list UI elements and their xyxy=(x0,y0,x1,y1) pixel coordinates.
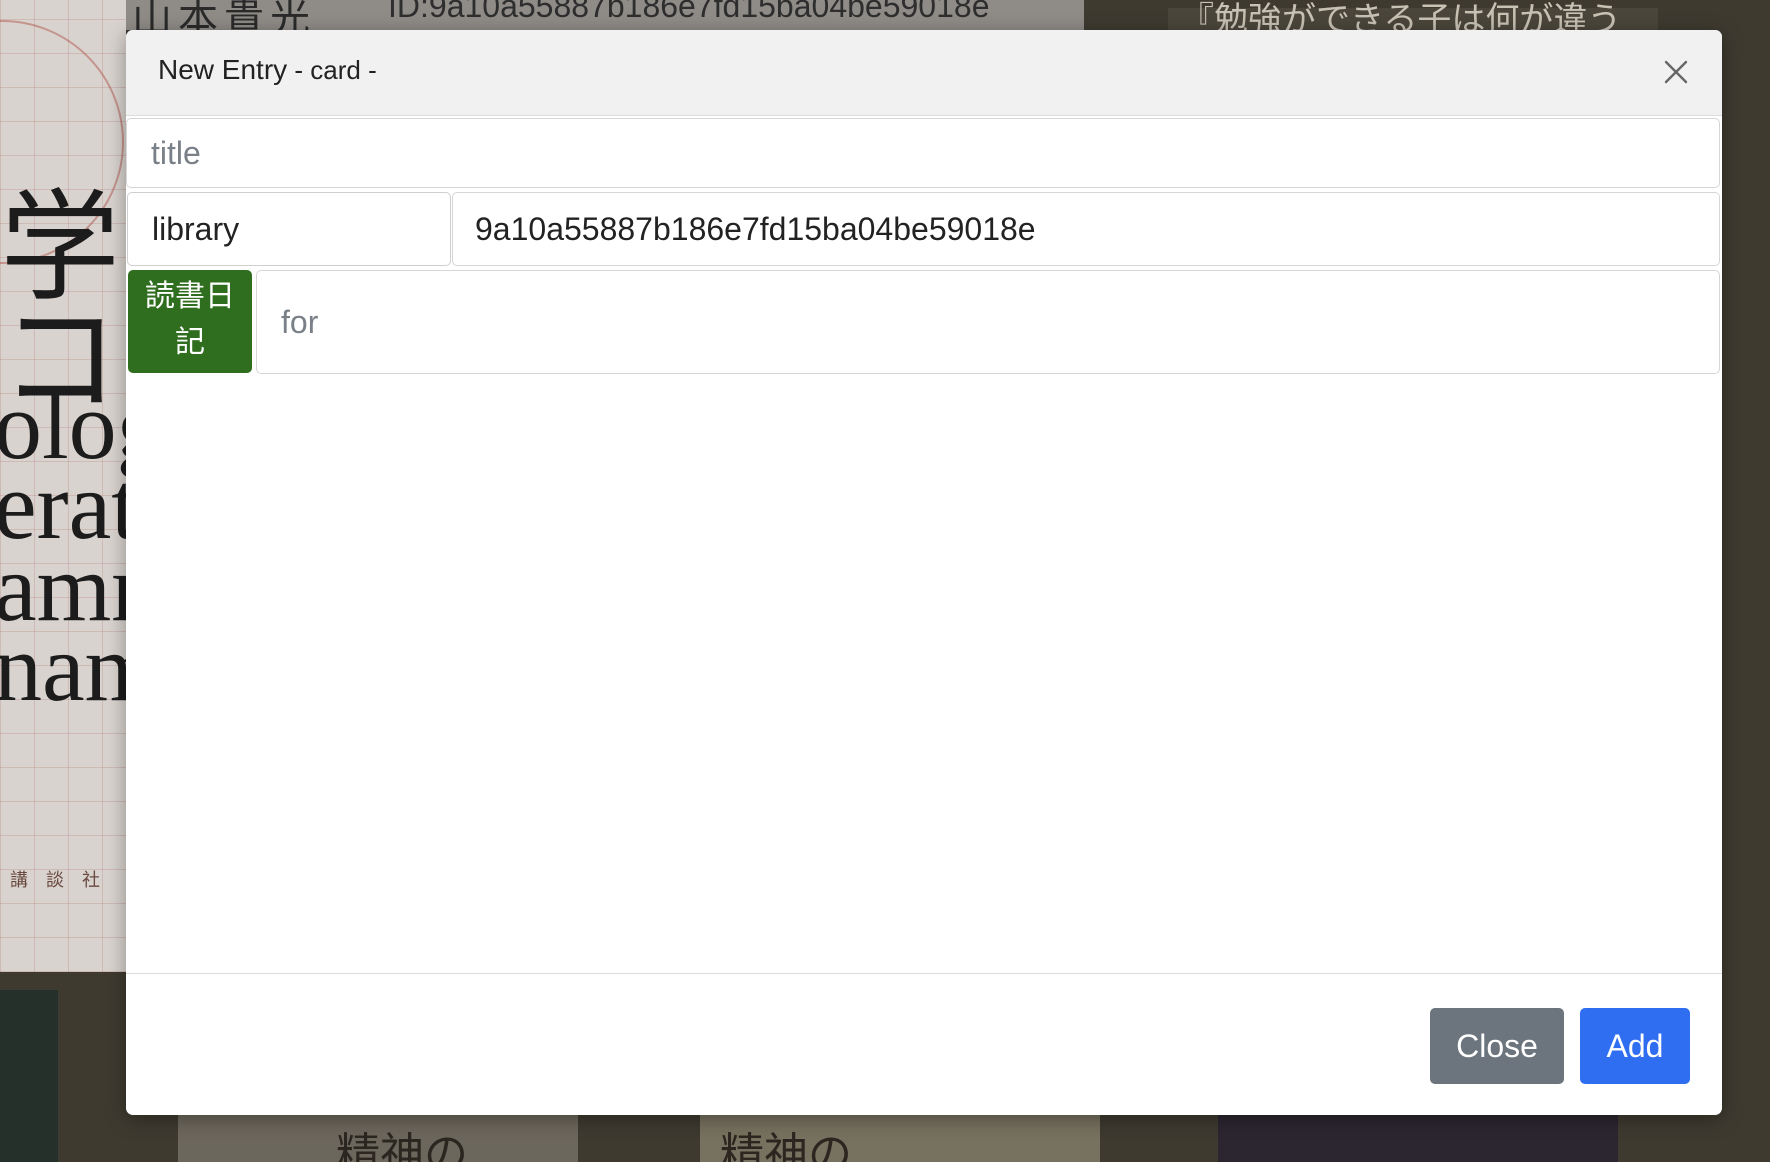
add-button[interactable]: Add xyxy=(1580,1008,1690,1084)
tag-label-line2: 記 xyxy=(175,325,205,360)
new-entry-modal: New Entry - card - library 読書日 記 Close A… xyxy=(126,30,1722,1115)
library-input[interactable] xyxy=(452,192,1720,266)
modal-title-text: New Entry xyxy=(158,54,288,85)
modal-header: New Entry - card - xyxy=(126,30,1722,116)
close-icon[interactable] xyxy=(1654,50,1698,94)
tag-label-line1: 読書日 xyxy=(145,279,235,314)
modal-title: New Entry - card - xyxy=(158,54,377,86)
tag-row: 読書日 記 xyxy=(126,270,1722,374)
library-label: library xyxy=(127,192,451,266)
library-row: library xyxy=(126,192,1722,268)
title-input[interactable] xyxy=(126,118,1720,188)
modal-title-suffix: - card - xyxy=(287,55,377,85)
close-button[interactable]: Close xyxy=(1430,1008,1564,1084)
for-input[interactable] xyxy=(256,270,1720,374)
reading-diary-tag-button[interactable]: 読書日 記 xyxy=(128,270,252,373)
modal-footer: Close Add xyxy=(126,973,1722,1115)
